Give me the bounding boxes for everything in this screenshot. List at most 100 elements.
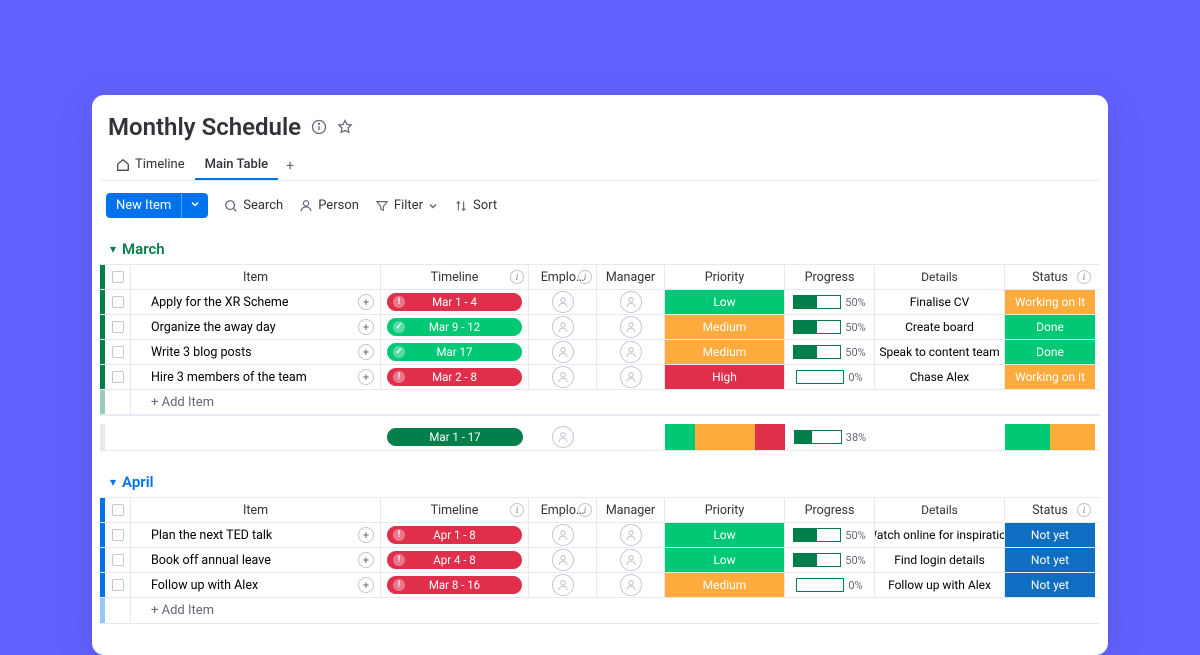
info-icon[interactable]: i xyxy=(578,503,592,517)
priority-cell[interactable]: Medium xyxy=(665,340,785,364)
progress-cell[interactable]: 50% xyxy=(785,548,875,572)
add-subitem-icon[interactable]: + xyxy=(358,527,374,543)
star-icon[interactable] xyxy=(337,119,353,135)
col-priority[interactable]: Priority xyxy=(665,265,785,289)
details-cell[interactable]: Follow up with Alex xyxy=(875,573,1005,597)
employee-cell[interactable] xyxy=(529,548,597,572)
item-name-cell[interactable]: Plan the next TED talk+ xyxy=(131,523,381,547)
status-cell[interactable]: Working on It xyxy=(1005,290,1095,314)
progress-cell[interactable]: 50% xyxy=(785,290,875,314)
employee-cell[interactable] xyxy=(529,290,597,314)
col-timeline[interactable]: Timelinei xyxy=(381,498,529,522)
row-checkbox[interactable] xyxy=(112,296,124,308)
item-name-cell[interactable]: Apply for the XR Scheme+ xyxy=(131,290,381,314)
person-filter-button[interactable]: Person xyxy=(299,198,359,213)
progress-cell[interactable]: 0% xyxy=(785,365,875,389)
group-toggle[interactable]: ▾ April xyxy=(100,473,1100,491)
status-cell[interactable]: Not yet xyxy=(1005,548,1095,572)
row-checkbox[interactable] xyxy=(112,346,124,358)
col-progress[interactable]: Progress xyxy=(785,265,875,289)
new-item-button[interactable]: New Item xyxy=(106,193,208,218)
manager-cell[interactable] xyxy=(597,523,665,547)
priority-cell[interactable]: Low xyxy=(665,290,785,314)
chevron-down-icon[interactable] xyxy=(181,193,208,218)
add-subitem-icon[interactable]: + xyxy=(358,344,374,360)
info-icon[interactable]: i xyxy=(1077,270,1091,284)
select-all-checkbox[interactable] xyxy=(112,504,124,516)
tab-timeline[interactable]: Timeline xyxy=(106,151,195,180)
priority-cell[interactable]: Low xyxy=(665,548,785,572)
timeline-cell[interactable]: !Apr 4 - 8 xyxy=(381,548,529,572)
add-tab-button[interactable]: + xyxy=(278,154,302,178)
add-item-row[interactable]: + Add Item xyxy=(100,390,1100,415)
col-timeline[interactable]: Timelinei xyxy=(381,265,529,289)
details-cell[interactable]: Find login details xyxy=(875,548,1005,572)
employee-cell[interactable] xyxy=(529,315,597,339)
manager-cell[interactable] xyxy=(597,548,665,572)
details-cell[interactable]: Finalise CV xyxy=(875,290,1005,314)
table-row[interactable]: Apply for the XR Scheme+ !Mar 1 - 4 Low … xyxy=(100,290,1100,315)
table-row[interactable]: Follow up with Alex+ !Mar 8 - 16 Medium … xyxy=(100,573,1100,598)
col-employee[interactable]: Emplo…i xyxy=(529,265,597,289)
details-cell[interactable]: Chase Alex xyxy=(875,365,1005,389)
search-button[interactable]: Search xyxy=(224,198,283,213)
progress-cell[interactable]: 50% xyxy=(785,315,875,339)
row-checkbox[interactable] xyxy=(112,371,124,383)
row-checkbox[interactable] xyxy=(112,554,124,566)
status-cell[interactable]: Working on it xyxy=(1005,365,1095,389)
item-name-cell[interactable]: Book off annual leave+ xyxy=(131,548,381,572)
info-icon[interactable]: i xyxy=(578,270,592,284)
col-priority[interactable]: Priority xyxy=(665,498,785,522)
priority-cell[interactable]: High xyxy=(665,365,785,389)
filter-button[interactable]: Filter xyxy=(375,198,438,213)
col-status[interactable]: Statusi xyxy=(1005,498,1095,522)
status-cell[interactable]: Done xyxy=(1005,340,1095,364)
priority-cell[interactable]: Low xyxy=(665,523,785,547)
timeline-cell[interactable]: ✓Mar 17 xyxy=(381,340,529,364)
manager-cell[interactable] xyxy=(597,573,665,597)
col-progress[interactable]: Progress xyxy=(785,498,875,522)
col-manager[interactable]: Manager xyxy=(597,498,665,522)
col-status[interactable]: Statusi xyxy=(1005,265,1095,289)
timeline-cell[interactable]: !Mar 8 - 16 xyxy=(381,573,529,597)
timeline-cell[interactable]: ✓Mar 9 - 12 xyxy=(381,315,529,339)
table-row[interactable]: Book off annual leave+ !Apr 4 - 8 Low 50… xyxy=(100,548,1100,573)
item-name-cell[interactable]: Hire 3 members of the team+ xyxy=(131,365,381,389)
row-checkbox[interactable] xyxy=(112,579,124,591)
col-employee[interactable]: Emplo…i xyxy=(529,498,597,522)
add-subitem-icon[interactable]: + xyxy=(358,552,374,568)
info-icon[interactable] xyxy=(311,119,327,135)
details-cell[interactable]: Watch online for inspiration xyxy=(875,523,1005,547)
sort-button[interactable]: Sort xyxy=(454,198,497,213)
add-subitem-icon[interactable]: + xyxy=(358,319,374,335)
details-cell[interactable]: Speak to content team xyxy=(875,340,1005,364)
employee-cell[interactable] xyxy=(529,365,597,389)
status-cell[interactable]: Done xyxy=(1005,315,1095,339)
add-subitem-icon[interactable]: + xyxy=(358,577,374,593)
manager-cell[interactable] xyxy=(597,365,665,389)
details-cell[interactable]: Create board xyxy=(875,315,1005,339)
table-row[interactable]: Organize the away day+ ✓Mar 9 - 12 Mediu… xyxy=(100,315,1100,340)
manager-cell[interactable] xyxy=(597,315,665,339)
timeline-cell[interactable]: !Apr 1 - 8 xyxy=(381,523,529,547)
table-row[interactable]: Plan the next TED talk+ !Apr 1 - 8 Low 5… xyxy=(100,523,1100,548)
row-checkbox[interactable] xyxy=(112,321,124,333)
add-item-row[interactable]: + Add Item xyxy=(100,598,1100,623)
col-manager[interactable]: Manager xyxy=(597,265,665,289)
tab-main-table[interactable]: Main Table xyxy=(195,151,279,180)
add-subitem-icon[interactable]: + xyxy=(358,369,374,385)
group-toggle[interactable]: ▾ March xyxy=(100,240,1100,258)
col-details[interactable]: Details xyxy=(875,265,1005,289)
table-row[interactable]: Write 3 blog posts+ ✓Mar 17 Medium 50% S… xyxy=(100,340,1100,365)
info-icon[interactable]: i xyxy=(510,270,524,284)
employee-cell[interactable] xyxy=(529,573,597,597)
item-name-cell[interactable]: Organize the away day+ xyxy=(131,315,381,339)
status-cell[interactable]: Not yet xyxy=(1005,573,1095,597)
employee-cell[interactable] xyxy=(529,340,597,364)
info-icon[interactable]: i xyxy=(510,503,524,517)
info-icon[interactable]: i xyxy=(1077,503,1091,517)
col-item[interactable]: Item xyxy=(131,265,381,289)
employee-cell[interactable] xyxy=(529,523,597,547)
progress-cell[interactable]: 0% xyxy=(785,573,875,597)
item-name-cell[interactable]: Write 3 blog posts+ xyxy=(131,340,381,364)
